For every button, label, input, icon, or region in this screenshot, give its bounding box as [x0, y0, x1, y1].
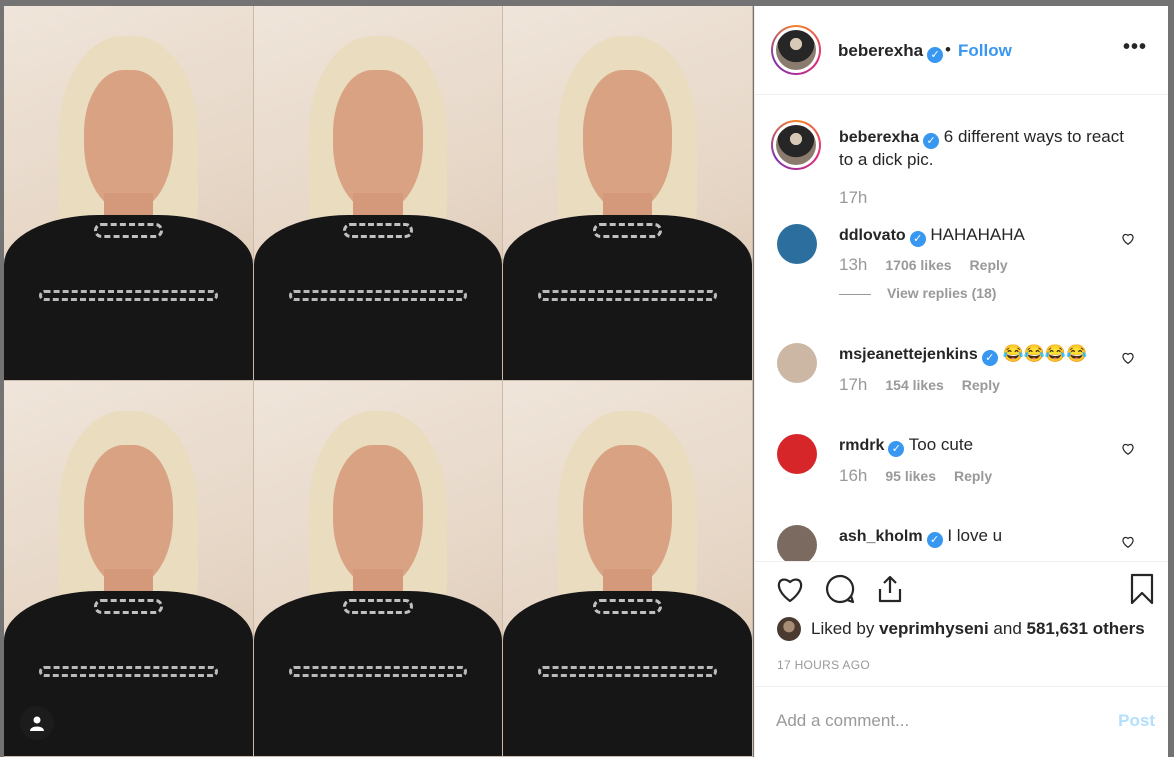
- post-header: beberexha ✓ • Follow •••: [755, 6, 1169, 95]
- caption-time: 17h: [839, 188, 868, 207]
- comments-list[interactable]: beberexha ✓ 6 different ways to react to …: [755, 96, 1169, 562]
- verified-icon: ✓: [923, 133, 940, 149]
- comment-time: 13h: [839, 255, 868, 274]
- user-icon: [30, 716, 44, 731]
- verified-icon: ✓: [909, 231, 926, 247]
- like-comment-icon[interactable]: [1121, 351, 1135, 365]
- comment-time: 16h: [839, 466, 868, 485]
- caption-avatar[interactable]: [771, 120, 821, 170]
- liker-avatar: [777, 617, 801, 641]
- photo-frame: [254, 6, 503, 381]
- commenter-avatar[interactable]: [777, 224, 817, 264]
- comment-icon[interactable]: [823, 572, 857, 606]
- commenter-avatar[interactable]: [777, 434, 817, 474]
- caption-username[interactable]: beberexha: [839, 129, 919, 146]
- comment-likes[interactable]: 95 likes: [885, 468, 936, 484]
- comment-text: 😂😂😂😂: [1002, 344, 1088, 363]
- post-photo[interactable]: [4, 6, 753, 757]
- verified-icon: ✓: [981, 350, 998, 366]
- comment-likes[interactable]: 154 likes: [885, 377, 943, 393]
- author-avatar[interactable]: [771, 25, 821, 75]
- like-comment-icon[interactable]: [1121, 535, 1135, 549]
- likes-summary[interactable]: Liked by veprimhyseni and 581,631 others: [777, 617, 1145, 641]
- reply-button[interactable]: Reply: [954, 468, 992, 484]
- comment-text: I love u: [947, 526, 1003, 545]
- heart-icon[interactable]: [773, 572, 807, 606]
- commenter-username[interactable]: ash_kholm: [839, 528, 923, 545]
- like-comment-icon[interactable]: [1121, 232, 1135, 246]
- share-icon[interactable]: [873, 572, 907, 606]
- likes-and: and: [993, 619, 1022, 638]
- comment-text: Too cute: [908, 435, 974, 454]
- verified-icon: ✓: [926, 532, 943, 548]
- follow-button[interactable]: Follow: [958, 41, 1012, 61]
- photo-frame: [503, 381, 753, 757]
- verified-icon: ✓: [927, 47, 944, 63]
- view-replies-label: View replies (18): [887, 285, 997, 301]
- likes-count[interactable]: 581,631 others: [1027, 619, 1145, 639]
- window-edge: [1168, 6, 1174, 757]
- photo-frame: [503, 6, 753, 381]
- reply-button[interactable]: Reply: [962, 377, 1000, 393]
- comment-likes[interactable]: 1706 likes: [885, 257, 951, 273]
- comment-time: 17h: [839, 375, 868, 394]
- commenter-username[interactable]: ddlovato: [839, 227, 906, 244]
- commenter-avatar[interactable]: [777, 525, 817, 561]
- more-icon[interactable]: •••: [1123, 36, 1147, 59]
- header-separator: •: [945, 40, 951, 59]
- commenter-username[interactable]: rmdrk: [839, 437, 884, 454]
- tagged-users-button[interactable]: [20, 706, 54, 740]
- photo-frame: [254, 381, 503, 757]
- bookmark-icon[interactable]: [1125, 572, 1159, 606]
- photo-frame: [4, 6, 254, 381]
- commenter-username[interactable]: msjeanettejenkins: [839, 346, 978, 363]
- post-timestamp[interactable]: 17 HOURS AGO: [777, 658, 870, 672]
- post-actions: [755, 572, 1169, 612]
- comment-input[interactable]: [776, 711, 1076, 731]
- photo-frame: [4, 381, 254, 757]
- liker-username[interactable]: veprimhyseni: [879, 619, 989, 639]
- comment-text: HAHAHAHA: [930, 225, 1025, 244]
- view-replies-button[interactable]: View replies (18): [839, 285, 996, 301]
- post-side-panel: beberexha ✓ • Follow ••• beberexha ✓ 6 dif…: [754, 6, 1169, 757]
- comment-composer: Post: [755, 686, 1169, 757]
- like-comment-icon[interactable]: [1121, 442, 1135, 456]
- commenter-avatar[interactable]: [777, 343, 817, 383]
- author-username[interactable]: beberexha: [838, 41, 923, 60]
- reply-button[interactable]: Reply: [970, 257, 1008, 273]
- post-comment-button[interactable]: Post: [1118, 711, 1155, 731]
- verified-icon: ✓: [888, 441, 905, 457]
- likes-prefix: Liked by: [811, 619, 875, 638]
